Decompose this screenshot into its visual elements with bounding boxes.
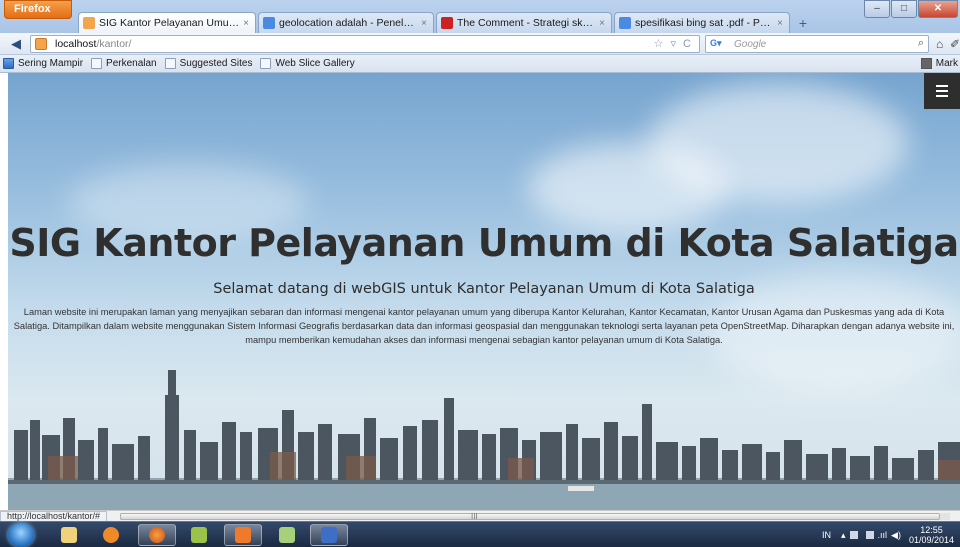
page-title: SIG Kantor Pelayanan Umum di Kota Salati… (9, 221, 959, 265)
xampp-icon (235, 527, 251, 543)
bookmark-icon (91, 58, 103, 69)
bookmark-icon (3, 58, 14, 69)
bookmark-label: Sering Mampir (18, 58, 84, 69)
scrollbar-thumb[interactable]: III (120, 512, 940, 521)
bookmarks-toolbar: Sering Mampir Perkenalan Suggested Sites… (0, 55, 960, 73)
word-icon (321, 527, 337, 543)
tab-label: The Comment - Strategi skripsi ala D... (457, 17, 595, 29)
browser-titlebar: Firefox SIG Kantor Pelayanan Umum di Sal… (0, 0, 960, 33)
tab-close-icon[interactable]: × (421, 18, 427, 29)
tab-spesifikasi[interactable]: spesifikasi bing sat .pdf - Penelusuran.… (614, 12, 790, 33)
menu-bar-icon (936, 95, 948, 97)
system-tray: IN ▴ .ııl ◀) 12:55 01/09/2014 (822, 525, 954, 545)
firefox-menu-button[interactable]: Firefox (4, 0, 72, 19)
start-button-icon[interactable] (8, 523, 34, 547)
taskbar-firefox[interactable] (138, 524, 176, 546)
tab-close-icon[interactable]: × (777, 18, 783, 29)
tab-geolocation[interactable]: geolocation adalah - Penelusuran Go... × (258, 12, 434, 33)
site-identity-icon (35, 38, 47, 50)
window-controls: – □ ✕ (863, 0, 958, 18)
network-icon[interactable] (865, 531, 874, 539)
google-favicon-icon (263, 17, 275, 29)
hamburger-menu-button[interactable] (924, 73, 960, 109)
google-favicon-icon (619, 17, 631, 29)
horizontal-scrollbar[interactable]: III (120, 512, 950, 521)
bookmark-perkenalan[interactable]: Perkenalan (91, 58, 157, 69)
volume-icon[interactable]: ◀) (891, 530, 901, 541)
minimize-icon[interactable]: – (864, 0, 890, 18)
home-icon[interactable]: ⌂ (936, 37, 943, 51)
url-host: localhost (55, 38, 97, 50)
page-subtitle: Selamat datang di webGIS untuk Kantor Pe… (213, 281, 755, 297)
windows-taskbar: IN ▴ .ııl ◀) 12:55 01/09/2014 (0, 521, 960, 547)
tab-strip: SIG Kantor Pelayanan Umum di Salati... ×… (78, 12, 814, 33)
tab-label: SIG Kantor Pelayanan Umum di Salati... (99, 17, 239, 29)
bookmarks-menu[interactable]: Mark (920, 58, 958, 69)
system-clock[interactable]: 12:55 01/09/2014 (909, 525, 954, 545)
tab-label: spesifikasi bing sat .pdf - Penelusuran.… (635, 17, 773, 29)
status-bar: III http://localhost/kantor/# (0, 510, 960, 522)
media-player-icon (103, 527, 119, 543)
bookmark-web-slice-gallery[interactable]: Web Slice Gallery (260, 58, 355, 69)
clock-time: 12:55 (920, 525, 943, 535)
taskbar-media-player[interactable] (92, 524, 130, 546)
scrollbar-grip: III (471, 512, 478, 521)
new-tab-button[interactable]: + (792, 14, 814, 33)
search-bar[interactable]: G▾ Google ⌕ (705, 35, 929, 53)
firefox-icon (149, 527, 165, 543)
search-input[interactable]: Google (734, 39, 766, 50)
clock-date: 01/09/2014 (908, 535, 954, 545)
city-skyline-image (8, 370, 960, 510)
tab-the-comment[interactable]: The Comment - Strategi skripsi ala D... … (436, 12, 612, 33)
tab-sig-kantor[interactable]: SIG Kantor Pelayanan Umum di Salati... × (78, 12, 256, 33)
maximize-icon[interactable]: □ (891, 0, 917, 18)
bookmarks-menu-label: Mark (935, 58, 958, 69)
addon-icon[interactable]: ✐ (950, 37, 960, 51)
signal-icon[interactable]: .ııl (878, 530, 888, 540)
bookmark-label: Suggested Sites (179, 58, 253, 69)
tab-close-icon[interactable]: × (243, 18, 249, 29)
taskbar-explorer[interactable] (50, 524, 88, 546)
menu-bar-icon (936, 85, 948, 87)
xampp-favicon-icon (83, 17, 95, 29)
bookmark-label: Web Slice Gallery (275, 58, 355, 69)
flag-icon[interactable] (849, 531, 858, 539)
folder-icon (61, 527, 77, 543)
google-search-engine-icon[interactable]: G▾ (710, 38, 726, 50)
app-icon (191, 527, 207, 543)
bookmark-icon (164, 58, 176, 69)
bookmark-icon (260, 58, 272, 69)
notepad-icon (279, 527, 295, 543)
taskbar-word[interactable] (310, 524, 348, 546)
url-bar[interactable]: localhost /kantor/ ☆ ▿ C (30, 35, 700, 53)
search-icon[interactable]: ⌕ (918, 37, 924, 50)
menu-bar-icon (936, 90, 948, 92)
taskbar-app-green[interactable] (180, 524, 218, 546)
language-indicator[interactable]: IN (822, 530, 831, 540)
back-arrow-icon[interactable]: ◀ (6, 35, 26, 53)
page-description: Laman website ini merupakan laman yang m… (13, 307, 955, 345)
show-hidden-icons-icon[interactable]: ▴ (841, 530, 846, 541)
tab-close-icon[interactable]: × (599, 18, 605, 29)
bookmark-sering-mampir[interactable]: Sering Mampir (3, 58, 83, 69)
cloud-shape (528, 143, 728, 233)
url-path: /kantor/ (96, 38, 132, 50)
bookmark-label: Perkenalan (106, 58, 157, 69)
bookmarks-folder-icon (920, 58, 932, 69)
window-close-icon[interactable]: ✕ (918, 0, 958, 18)
navigation-toolbar: ◀ localhost /kantor/ ☆ ▿ C G▾ Google ⌕ ⌂… (0, 33, 960, 55)
taskbar-notepad[interactable] (268, 524, 306, 546)
taskbar-xampp[interactable] (224, 524, 262, 546)
tab-label: geolocation adalah - Penelusuran Go... (279, 17, 417, 29)
bookmark-suggested-sites[interactable]: Suggested Sites (164, 58, 253, 69)
bookmark-star-reload-icon[interactable]: ☆ ▿ C (654, 37, 693, 50)
youtube-favicon-icon (441, 17, 453, 29)
hero-section: SIG Kantor Pelayanan Umum di Kota Salati… (8, 73, 960, 510)
